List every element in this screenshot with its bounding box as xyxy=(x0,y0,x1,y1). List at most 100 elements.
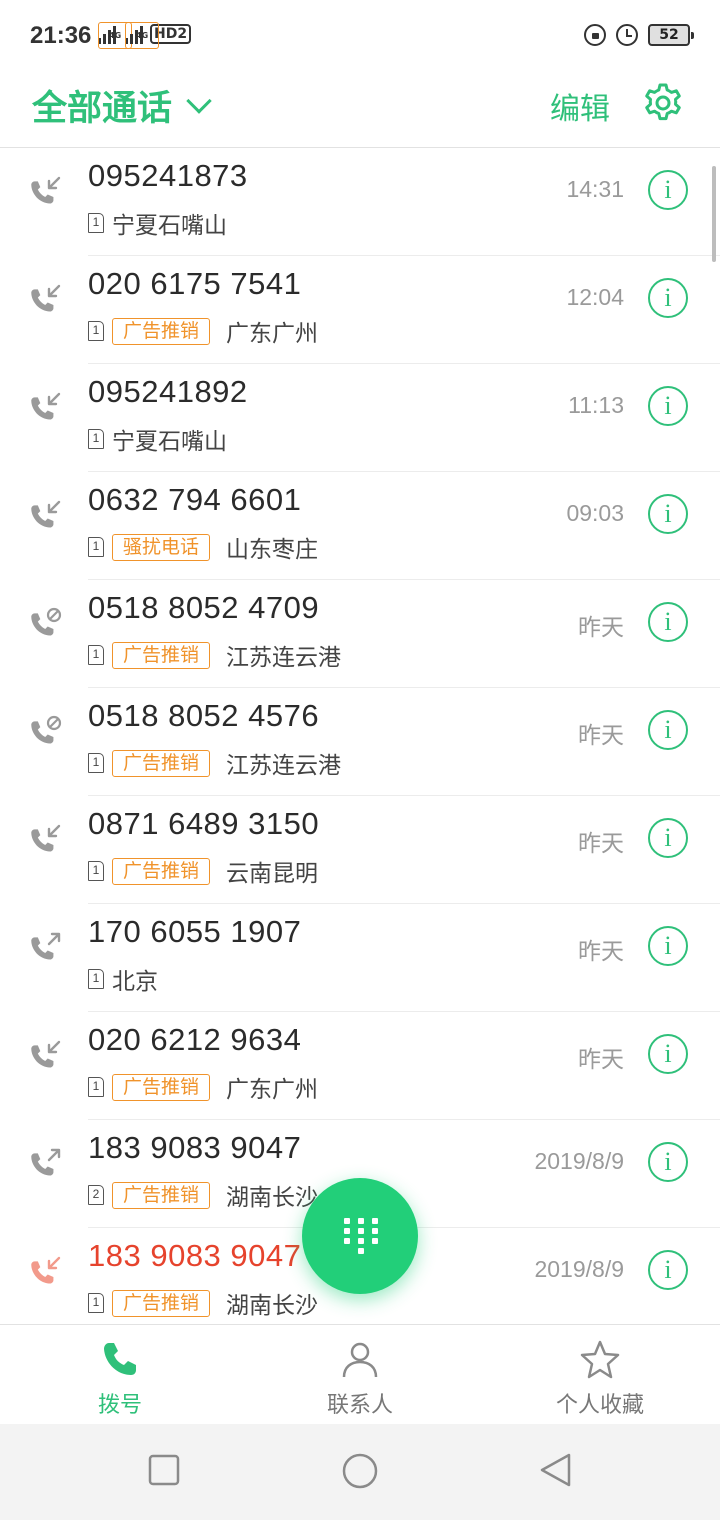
info-icon[interactable]: i xyxy=(648,602,688,642)
phone-number: 0871 6489 3150 xyxy=(88,806,320,841)
sim-card-icon: 1 xyxy=(88,537,104,557)
status-right: 52 xyxy=(584,24,694,46)
call-details: 1 宁夏石嘴山 xyxy=(88,208,227,239)
person-icon xyxy=(342,1342,378,1378)
caller-location: 宁夏石嘴山 xyxy=(112,213,227,239)
dialpad-button[interactable] xyxy=(302,1178,418,1294)
tab-label: 拨号 xyxy=(97,1393,142,1418)
caller-location: 湖南长沙 xyxy=(226,1185,319,1211)
signal-icon: 4G xyxy=(98,22,133,49)
call-log-row[interactable]: 0518 8052 4576 1 广告推销 江苏连云港 昨天 i xyxy=(0,688,720,796)
caller-location: 云南昆明 xyxy=(226,861,319,887)
sim-card-icon: 1 xyxy=(88,429,104,449)
call-log-row[interactable]: 0632 794 6601 1 骚扰电话 山东枣庄 09:03 i xyxy=(0,472,720,580)
battery-icon: 52 xyxy=(648,24,694,46)
spam-tag-badge: 广告推销 xyxy=(112,317,211,345)
status-bar: 21:36 4G 4G HD2 52 xyxy=(0,0,720,72)
phone-number: 183 9083 9047 xyxy=(88,1238,302,1273)
phone-number: 170 6055 1907 xyxy=(88,914,302,949)
info-icon[interactable]: i xyxy=(648,1034,688,1074)
spam-tag-badge: 广告推销 xyxy=(112,857,211,885)
spam-tag-badge: 广告推销 xyxy=(112,641,211,669)
call-log-row[interactable]: 0871 6489 3150 1 广告推销 云南昆明 昨天 i xyxy=(0,796,720,904)
spam-tag-badge: 广告推销 xyxy=(112,1289,211,1317)
call-log-row[interactable]: 020 6175 7541 1 广告推销 广东广州 12:04 i xyxy=(0,256,720,364)
alarm-icon xyxy=(616,24,638,46)
spam-tag-badge: 广告推销 xyxy=(112,1073,211,1101)
call-time: 11:13 xyxy=(568,392,624,418)
outgoing-call-icon xyxy=(31,932,61,960)
call-time: 昨天 xyxy=(578,938,624,964)
tab-person[interactable]: 联系人 xyxy=(240,1325,480,1425)
recents-nav-icon[interactable] xyxy=(148,1454,180,1486)
incoming-call-icon xyxy=(31,1040,61,1068)
call-details: 1 骚扰电话 山东枣庄 xyxy=(88,532,318,563)
incoming-call-icon xyxy=(31,500,61,528)
scrollbar[interactable] xyxy=(712,166,716,262)
tab-star[interactable]: 个人收藏 xyxy=(480,1325,720,1425)
call-log-row[interactable]: 020 6212 9634 1 广告推销 广东广州 昨天 i xyxy=(0,1012,720,1120)
star-icon xyxy=(580,1340,620,1379)
incoming-call-icon xyxy=(31,176,61,204)
app-header: 全部通话 编辑 xyxy=(0,72,720,148)
call-details: 1 广告推销 江苏连云港 xyxy=(88,640,342,671)
back-nav-icon[interactable] xyxy=(538,1452,574,1488)
network-indicators: 4G 4G HD2 xyxy=(98,22,192,49)
tab-phone[interactable]: 拨号 xyxy=(0,1325,240,1425)
phone-number: 020 6175 7541 xyxy=(88,266,302,301)
phone-number: 0518 8052 4576 xyxy=(88,698,320,733)
phone-icon xyxy=(104,1343,136,1375)
caller-location: 广东广州 xyxy=(226,321,319,347)
call-details: 1 宁夏石嘴山 xyxy=(88,424,227,455)
phone-number: 0632 794 6601 xyxy=(88,482,302,517)
info-icon[interactable]: i xyxy=(648,818,688,858)
missed-call-icon xyxy=(31,1256,61,1284)
status-time: 21:36 xyxy=(30,22,92,49)
bottom-tab-bar: 拨号 联系人 个人收藏 xyxy=(0,1324,720,1424)
system-nav-bar xyxy=(0,1424,720,1520)
info-icon[interactable]: i xyxy=(648,1250,688,1290)
sim-card-icon: 2 xyxy=(88,1185,104,1205)
info-icon[interactable]: i xyxy=(648,278,688,318)
call-time: 昨天 xyxy=(578,1046,624,1072)
info-icon[interactable]: i xyxy=(648,926,688,966)
caller-location: 江苏连云港 xyxy=(226,753,342,779)
blocked-call-icon xyxy=(31,715,62,744)
tab-label: 个人收藏 xyxy=(555,1393,644,1418)
call-time: 12:04 xyxy=(566,284,624,310)
info-icon[interactable]: i xyxy=(648,494,688,534)
call-details: 1 广告推销 江苏连云港 xyxy=(88,748,342,779)
phone-number: 183 9083 9047 xyxy=(88,1130,302,1165)
caller-location: 广东广州 xyxy=(226,1077,319,1103)
sim-card-icon: 1 xyxy=(88,861,104,881)
info-icon[interactable]: i xyxy=(648,1142,688,1182)
call-log-row[interactable]: 170 6055 1907 1 北京 昨天 i xyxy=(0,904,720,1012)
call-log-row[interactable]: 095241873 1 宁夏石嘴山 14:31 i xyxy=(0,148,720,256)
settings-gear-icon[interactable] xyxy=(642,82,684,124)
call-time: 2019/8/9 xyxy=(534,1148,624,1174)
info-icon[interactable]: i xyxy=(648,170,688,210)
home-nav-icon[interactable] xyxy=(341,1452,379,1490)
caller-location: 江苏连云港 xyxy=(226,645,342,671)
caller-location: 宁夏石嘴山 xyxy=(112,429,227,455)
call-time: 2019/8/9 xyxy=(534,1256,624,1282)
call-log-row[interactable]: 095241892 1 宁夏石嘴山 11:13 i xyxy=(0,364,720,472)
info-icon[interactable]: i xyxy=(648,386,688,426)
call-filter-dropdown[interactable]: 全部通话 xyxy=(32,80,212,131)
signal-icon: 4G xyxy=(125,22,160,49)
sim-card-icon: 1 xyxy=(88,321,104,341)
call-time: 昨天 xyxy=(578,830,624,856)
call-details: 2 广告推销 湖南长沙 xyxy=(88,1180,319,1211)
edit-button[interactable]: 编辑 xyxy=(550,84,610,128)
call-log-list[interactable]: 095241873 1 宁夏石嘴山 14:31 i 020 6175 7541 … xyxy=(0,148,720,1324)
phone-number: 095241892 xyxy=(88,374,248,409)
call-time: 昨天 xyxy=(578,722,624,748)
phone-number: 0518 8052 4709 xyxy=(88,590,320,625)
phone-number: 020 6212 9634 xyxy=(88,1022,302,1057)
blocked-call-icon xyxy=(31,607,62,636)
call-log-row[interactable]: 0518 8052 4709 1 广告推销 江苏连云港 昨天 i xyxy=(0,580,720,688)
chevron-down-icon xyxy=(186,87,212,114)
info-icon[interactable]: i xyxy=(648,710,688,750)
phone-number: 095241873 xyxy=(88,158,248,193)
call-details: 1 北京 xyxy=(88,964,158,995)
